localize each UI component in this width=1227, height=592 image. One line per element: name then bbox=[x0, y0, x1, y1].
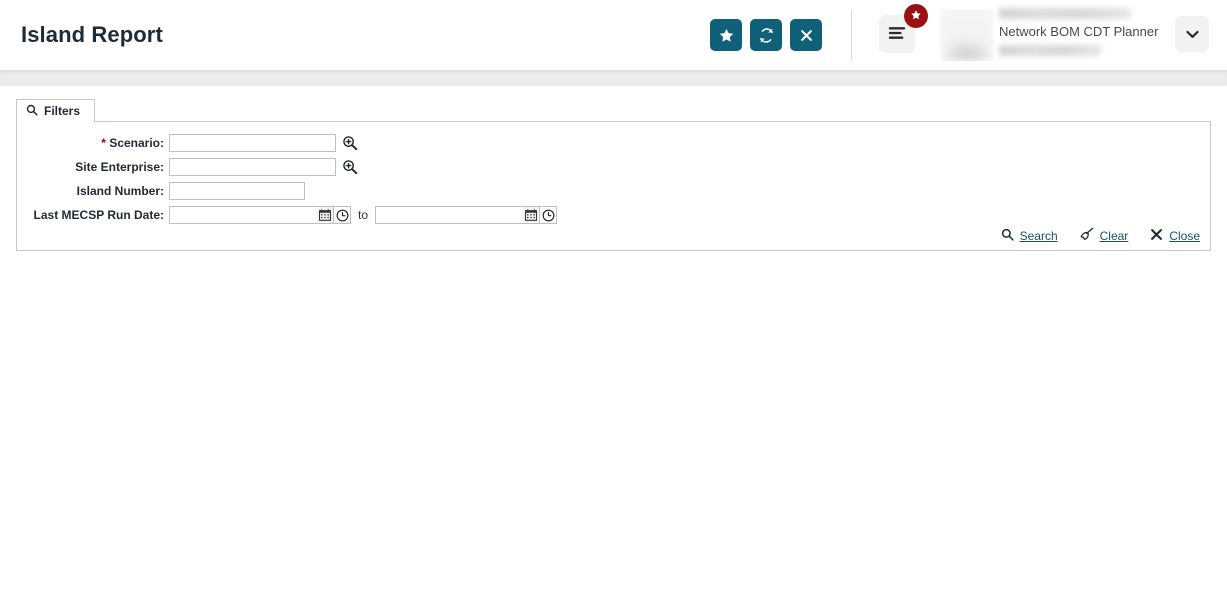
scenario-input[interactable] bbox=[169, 134, 336, 152]
avatar[interactable] bbox=[940, 9, 994, 61]
refresh-button[interactable] bbox=[750, 19, 782, 51]
star-icon bbox=[718, 27, 735, 44]
app-header: Island Report Network BOM CDT Planner bbox=[0, 0, 1227, 70]
filters-panel: Filters * Scenario: Site Enterprise: Isl… bbox=[16, 99, 1211, 251]
date-to-group bbox=[375, 206, 558, 224]
search-link-label: Search bbox=[1019, 228, 1058, 243]
date-to-clock-icon[interactable] bbox=[540, 206, 558, 224]
site-enterprise-input[interactable] bbox=[169, 158, 336, 176]
close-link[interactable]: Close bbox=[1150, 228, 1200, 244]
scenario-label: * Scenario: bbox=[17, 136, 169, 150]
filters-action-links: Search Clear Close bbox=[1001, 227, 1200, 244]
search-icon bbox=[1001, 228, 1014, 244]
filters-form: * Scenario: Site Enterprise: Island Numb… bbox=[17, 122, 1210, 227]
favorite-button[interactable] bbox=[710, 19, 742, 51]
form-row-scenario: * Scenario: bbox=[17, 131, 1210, 155]
menu-button-wrapper bbox=[879, 4, 928, 53]
user-avatar bbox=[940, 9, 994, 61]
date-from-clock-icon[interactable] bbox=[334, 206, 351, 224]
clear-link-label: Clear bbox=[1099, 228, 1129, 243]
user-role-label: Network BOM CDT Planner bbox=[999, 24, 1159, 39]
hamburger-menu-icon bbox=[888, 26, 906, 43]
clear-link[interactable]: Clear bbox=[1080, 227, 1129, 244]
header-separator-band bbox=[0, 70, 1227, 86]
page-title: Island Report bbox=[21, 22, 163, 47]
site-enterprise-label: Site Enterprise: bbox=[75, 160, 164, 174]
broom-icon bbox=[1080, 227, 1094, 244]
user-name-redacted bbox=[999, 8, 1131, 19]
scenario-lookup-icon[interactable] bbox=[342, 135, 358, 151]
search-link[interactable]: Search bbox=[1001, 228, 1058, 244]
date-from-calendar-icon[interactable] bbox=[317, 206, 334, 224]
main-content: Filters * Scenario: Site Enterprise: Isl… bbox=[0, 86, 1227, 592]
date-from-group bbox=[169, 206, 351, 224]
filters-panel-body: * Scenario: Site Enterprise: Island Numb… bbox=[16, 121, 1211, 251]
last-mecsp-run-date-label: Last MECSP Run Date: bbox=[33, 208, 164, 222]
island-number-input[interactable] bbox=[169, 182, 305, 200]
date-to-calendar-icon[interactable] bbox=[523, 206, 541, 224]
panel-tabs: Filters bbox=[16, 99, 1211, 122]
last-mecsp-run-date-from-input[interactable] bbox=[169, 206, 317, 224]
tab-filters-label: Filters bbox=[44, 104, 81, 118]
refresh-icon bbox=[758, 27, 775, 44]
close-link-label: Close bbox=[1169, 228, 1200, 243]
form-row-island-number: Island Number: bbox=[17, 179, 1210, 203]
form-row-site-enterprise: Site Enterprise: bbox=[17, 155, 1210, 179]
required-marker: * bbox=[101, 136, 106, 150]
star-badge-icon bbox=[910, 9, 922, 24]
search-icon bbox=[26, 104, 38, 119]
close-icon bbox=[799, 28, 814, 43]
header-divider bbox=[851, 10, 852, 60]
date-range-separator: to bbox=[358, 208, 369, 222]
user-info-block: Network BOM CDT Planner bbox=[999, 8, 1159, 62]
header-action-buttons bbox=[710, 19, 822, 51]
close-x-icon bbox=[1150, 228, 1163, 244]
island-number-label: Island Number: bbox=[76, 184, 164, 198]
user-detail-redacted bbox=[999, 45, 1101, 56]
menu-notification-badge bbox=[904, 4, 928, 28]
last-mecsp-run-date-to-input[interactable] bbox=[375, 206, 524, 224]
close-button[interactable] bbox=[790, 19, 822, 51]
user-menu-dropdown-button[interactable] bbox=[1175, 16, 1209, 52]
form-row-last-mecsp-run-date: Last MECSP Run Date: to bbox=[17, 203, 1210, 227]
site-enterprise-lookup-icon[interactable] bbox=[342, 159, 358, 175]
scenario-label-text: Scenario: bbox=[109, 136, 164, 150]
tab-filters[interactable]: Filters bbox=[16, 99, 96, 122]
chevron-down-icon bbox=[1185, 27, 1199, 42]
